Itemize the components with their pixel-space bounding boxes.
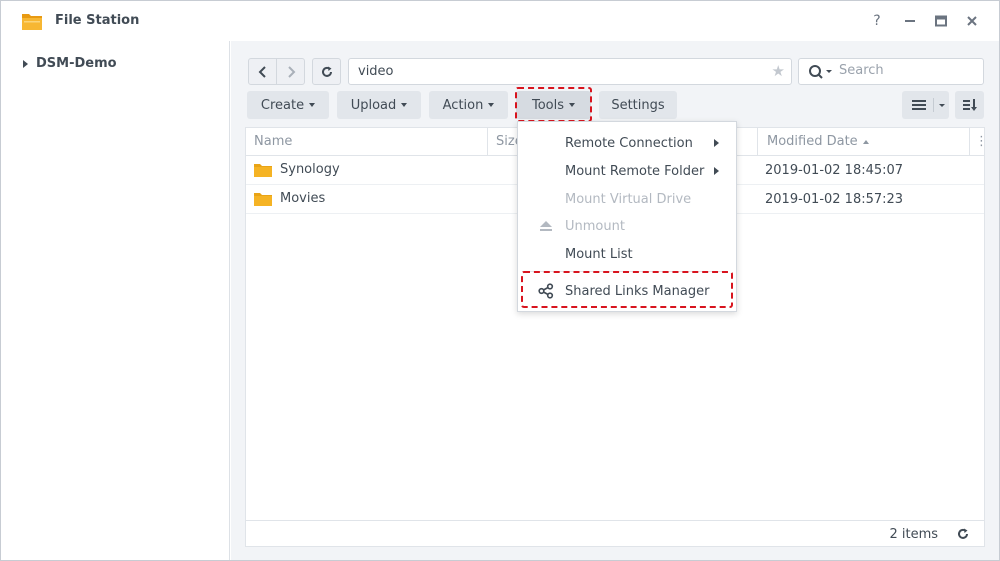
chevron-left-icon xyxy=(258,65,266,78)
tools-dropdown-menu: Remote Connection Mount Remote Folder Mo… xyxy=(517,121,737,312)
submenu-arrow-icon xyxy=(714,139,719,147)
menu-item-label: Mount Remote Folder xyxy=(565,163,705,179)
share-icon xyxy=(538,283,554,299)
file-station-window: File Station ? DSM-Demo video ★ Search C… xyxy=(0,0,1000,561)
path-value: video xyxy=(358,64,394,79)
sort-icon xyxy=(962,99,977,111)
menu-item-unmount: Unmount xyxy=(518,213,736,239)
file-name: Movies xyxy=(280,191,326,206)
menu-item-remote-connection[interactable]: Remote Connection xyxy=(518,130,736,156)
back-button[interactable] xyxy=(248,58,277,85)
menu-item-mount-list[interactable]: Mount List xyxy=(518,241,736,267)
menu-item-mount-remote-folder[interactable]: Mount Remote Folder xyxy=(518,158,736,184)
tools-label: Tools xyxy=(531,97,565,113)
file-modified-date: 2019-01-02 18:57:23 xyxy=(765,192,904,207)
folder-icon xyxy=(254,163,272,177)
help-icon[interactable]: ? xyxy=(867,11,887,31)
view-mode-button[interactable] xyxy=(902,91,949,119)
tools-button[interactable]: Tools xyxy=(516,91,591,119)
search-icon[interactable] xyxy=(808,64,838,80)
settings-label: Settings xyxy=(611,97,665,113)
menu-item-label: Unmount xyxy=(565,218,625,234)
tree-item-dsm-demo[interactable]: DSM-Demo xyxy=(23,56,117,71)
sort-button[interactable] xyxy=(955,91,984,119)
menu-divider xyxy=(526,271,728,272)
chevron-right-icon xyxy=(287,65,295,78)
submenu-arrow-icon xyxy=(714,167,719,175)
title-bar[interactable]: File Station ? xyxy=(1,1,999,41)
maximize-icon[interactable] xyxy=(931,11,951,31)
menu-item-label: Mount Virtual Drive xyxy=(565,191,692,207)
menu-item-shared-links-manager[interactable]: Shared Links Manager xyxy=(518,278,736,304)
menu-item-label: Shared Links Manager xyxy=(565,283,710,299)
tree-item-label: DSM-Demo xyxy=(36,56,117,71)
caret-down-icon xyxy=(401,103,408,107)
star-icon[interactable]: ★ xyxy=(772,62,785,80)
column-header-modified[interactable]: Modified Date xyxy=(758,128,970,156)
sort-ascending-icon xyxy=(862,139,869,144)
menu-item-label: Mount List xyxy=(565,246,633,262)
sidebar: DSM-Demo xyxy=(1,41,230,560)
folder-icon xyxy=(254,192,272,206)
settings-button[interactable]: Settings xyxy=(599,91,677,119)
refresh-icon[interactable] xyxy=(956,527,970,545)
minimize-icon[interactable] xyxy=(900,11,920,31)
menu-item-label: Remote Connection xyxy=(565,135,693,151)
item-count: 2 items xyxy=(889,527,938,542)
create-button[interactable]: Create xyxy=(247,91,329,119)
create-label: Create xyxy=(260,97,305,113)
eject-icon xyxy=(538,218,554,234)
file-station-app-icon xyxy=(22,14,42,30)
file-name: Synology xyxy=(280,162,340,177)
column-name-label: Name xyxy=(254,134,293,149)
caret-down-icon xyxy=(309,103,316,107)
caret-down-icon xyxy=(569,103,576,107)
path-bar[interactable]: video ★ xyxy=(348,58,792,85)
action-label: Action xyxy=(442,97,484,113)
upload-label: Upload xyxy=(350,97,397,113)
column-header-name[interactable]: Name xyxy=(246,128,488,156)
refresh-button[interactable] xyxy=(312,58,341,85)
expand-arrow-icon[interactable] xyxy=(23,59,28,68)
search-input[interactable] xyxy=(839,63,969,78)
window-title: File Station xyxy=(55,13,140,28)
action-button[interactable]: Action xyxy=(429,91,508,119)
status-bar: 2 items xyxy=(246,520,984,547)
column-header-size[interactable]: Size xyxy=(488,128,523,156)
close-icon[interactable] xyxy=(962,11,982,31)
upload-button[interactable]: Upload xyxy=(337,91,421,119)
file-modified-date: 2019-01-02 18:45:07 xyxy=(765,163,904,178)
menu-item-mount-virtual-drive: Mount Virtual Drive xyxy=(518,186,736,212)
list-view-icon xyxy=(911,98,945,112)
column-options-icon[interactable]: ⋮ xyxy=(970,128,988,156)
column-modified-label: Modified Date xyxy=(767,134,858,149)
caret-down-icon xyxy=(488,103,495,107)
refresh-icon xyxy=(321,66,332,77)
search-box[interactable] xyxy=(798,58,984,85)
forward-button[interactable] xyxy=(276,58,305,85)
